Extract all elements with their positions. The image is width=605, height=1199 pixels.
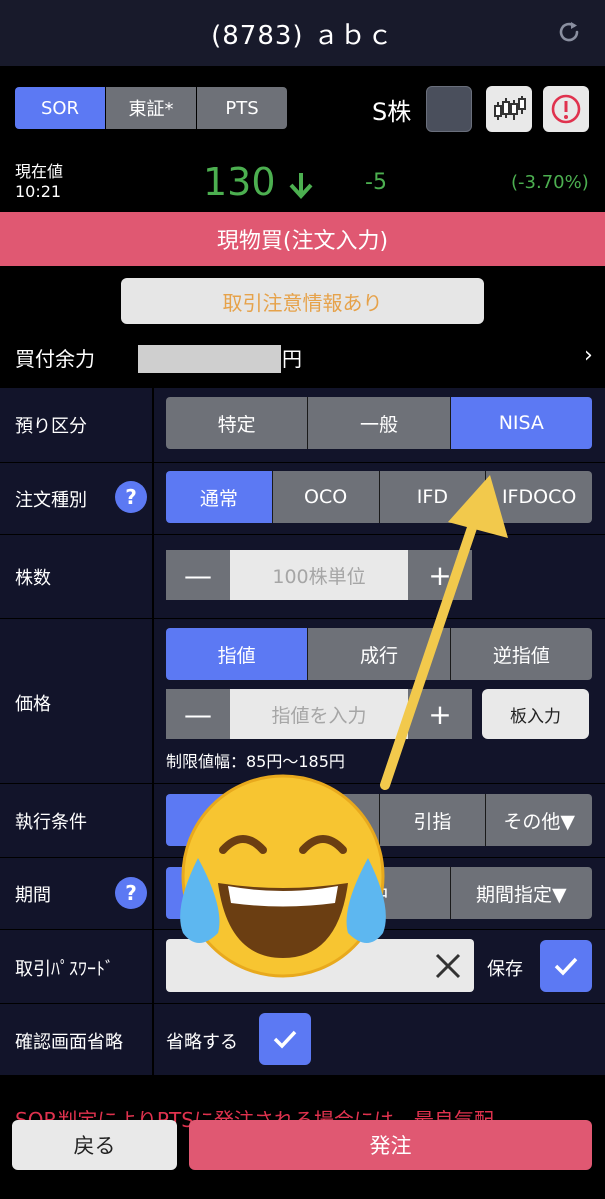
s-kabu-label: S株 [372, 98, 412, 126]
market-sor-tab[interactable]: SOR [15, 87, 106, 129]
price-label: 価格 [15, 694, 51, 715]
account-nisa[interactable]: NISA [450, 397, 592, 449]
account-type-selector: 特定 一般 NISA [166, 397, 592, 449]
buying-power-masked-value [138, 345, 281, 373]
candlestick-icon [494, 96, 526, 120]
current-price-value: 130 [203, 160, 276, 204]
page-title: (8783) ａｂｃ [211, 20, 394, 51]
title-bar: (8783) ａｂｃ [0, 0, 605, 66]
account-type-label: 預り区分 [15, 416, 87, 437]
order-type-banner: 現物買(注文入力) [0, 212, 605, 266]
s-kabu-toggle[interactable] [426, 86, 472, 132]
execution-other-dropdown[interactable]: その他▼ [486, 794, 592, 846]
order-type-normal[interactable]: 通常 [166, 471, 273, 523]
buying-power-label: 買付余力 [15, 347, 95, 371]
skip-confirm-text: 省略する [166, 1032, 238, 1053]
chevron-right-icon[interactable]: › [584, 343, 593, 368]
tears-of-joy-emoji-icon [180, 774, 386, 978]
price-change-pct: (-3.70%) [511, 172, 589, 193]
info-button[interactable] [543, 86, 589, 132]
market-tse-tab[interactable]: 東証* [106, 87, 197, 129]
label-divider [152, 387, 154, 1075]
period-label: 期間 [15, 885, 51, 906]
skip-confirm-label: 確認画面省略 [15, 1032, 123, 1053]
execution-label: 執行条件 [15, 812, 87, 833]
current-price: 130 [203, 160, 314, 204]
caution-info-button[interactable]: 取引注意情報あり [121, 278, 484, 324]
save-password-label: 保存 [487, 959, 523, 980]
market-pts-tab[interactable]: PTS [197, 87, 287, 129]
clear-x-icon[interactable] [432, 950, 464, 982]
quote-label-group: 現在値 10:21 [15, 162, 63, 202]
skip-confirm-checkbox[interactable] [259, 1013, 311, 1065]
checkmark-icon [273, 1030, 297, 1049]
market-selector: SOR 東証* PTS [15, 87, 287, 129]
order-type-label: 注文種別 [15, 490, 87, 511]
quantity-minus-button[interactable]: — [166, 550, 230, 600]
price-minus-button[interactable]: — [166, 689, 230, 739]
account-ippan[interactable]: 一般 [308, 397, 451, 449]
quantity-label: 株数 [15, 568, 51, 589]
down-arrow-icon [289, 172, 313, 199]
price-limit[interactable]: 指値 [166, 628, 309, 680]
checkmark-icon [554, 957, 578, 976]
refresh-icon[interactable] [555, 18, 583, 46]
period-help-icon[interactable]: ? [115, 877, 147, 909]
period-specify-dropdown[interactable]: 期間指定▼ [450, 867, 592, 919]
yellow-arrow-overlay [380, 475, 508, 790]
place-order-button[interactable]: 発注 [189, 1120, 592, 1170]
back-button[interactable]: 戻る [12, 1120, 177, 1170]
info-icon [551, 94, 581, 124]
chart-button[interactable] [486, 86, 532, 132]
order-type-help-icon[interactable]: ? [115, 481, 147, 513]
save-password-checkbox[interactable] [540, 940, 592, 992]
buying-power-unit: 円 [282, 347, 302, 371]
account-tokutei[interactable]: 特定 [166, 397, 309, 449]
quote-time: 10:21 [15, 182, 62, 201]
price-change: -5 [365, 170, 387, 195]
password-label: 取引ﾊﾟｽﾜｰﾄﾞ [15, 959, 114, 980]
current-price-label: 現在値 [15, 162, 64, 181]
